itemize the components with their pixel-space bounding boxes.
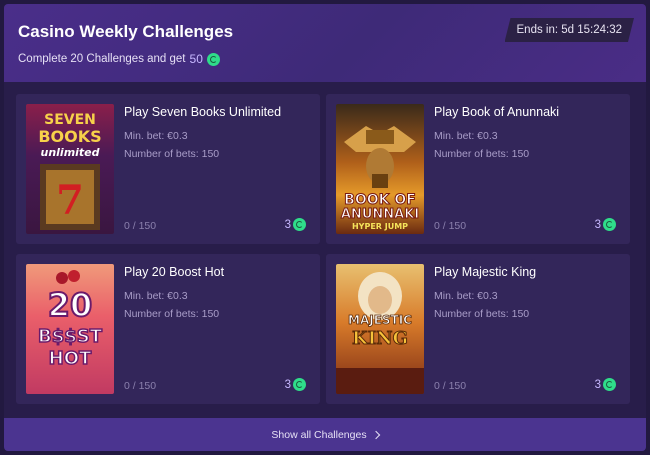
progress-count: 0 / 150 — [434, 220, 467, 232]
progress-count: 0 / 150 — [434, 380, 467, 392]
coin-icon — [603, 218, 616, 231]
game-thumbnail-20-boost-hot[interactable]: 20 B$$ST HOT — [26, 264, 114, 394]
challenge-card[interactable]: BOOK OF ANUNNAKI HYPER JUMP Play Book of… — [326, 94, 630, 244]
coin-icon — [206, 52, 220, 66]
game-thumbnail-book-of-anunnaki[interactable]: BOOK OF ANUNNAKI HYPER JUMP — [336, 104, 424, 234]
seven-books-art: 7 SEVEN BOOKS unlimited — [38, 112, 102, 230]
subtitle-text: Complete 20 Challenges and get — [18, 53, 186, 65]
challenge-subtitle: Complete 20 Challenges and get 50 — [18, 52, 220, 66]
challenge-card[interactable]: 20 B$$ST HOT Play 20 Boost Hot Min. bet:… — [16, 254, 320, 404]
challenge-card[interactable]: 7 SEVEN BOOKS unlimited Play Seven Books… — [16, 94, 320, 244]
coin-icon — [293, 378, 306, 391]
majestic-king-art: MAJESTIC KING — [336, 272, 424, 394]
min-bet: Min. bet: €0.3 — [124, 290, 188, 302]
logo-line: BOOKS — [38, 127, 101, 146]
page-title: Casino Weekly Challenges — [18, 22, 234, 41]
progress-count: 0 / 150 — [124, 380, 157, 392]
logo-line: B$$ST — [38, 326, 103, 347]
challenge-card[interactable]: MAJESTIC KING Play Majestic King Min. be… — [326, 254, 630, 404]
logo-line: 20 — [48, 286, 93, 324]
weekly-challenges-panel: Casino Weekly Challenges Complete 20 Cha… — [4, 4, 646, 451]
reward-amount: 50 — [189, 52, 203, 66]
reward-points: 3 — [595, 378, 616, 391]
number-of-bets: Number of bets: 150 — [124, 308, 220, 320]
logo-line: KING — [352, 328, 408, 349]
challenge-name[interactable]: Play Book of Anunnaki — [434, 105, 559, 119]
timer-badge: Ends in: 5d 15:24:32 — [505, 18, 635, 42]
game-thumbnail-majestic-king[interactable]: MAJESTIC KING — [336, 264, 424, 394]
min-bet: Min. bet: €0.3 — [434, 130, 498, 142]
show-all-label: Show all Challenges — [271, 428, 367, 441]
20-boost-hot-art: 20 B$$ST HOT — [37, 270, 103, 370]
logo-line: unlimited — [40, 146, 99, 159]
book-of-anunnaki-art: BOOK OF ANUNNAKI HYPER JUMP — [340, 126, 420, 231]
reward-points: 3 — [595, 218, 616, 231]
logo-line: ANUNNAKI — [341, 207, 419, 222]
min-bet: Min. bet: €0.3 — [434, 290, 498, 302]
chevron-right-icon — [371, 430, 380, 440]
reward-points: 3 — [285, 218, 306, 231]
coin-icon — [293, 218, 306, 231]
points-value: 3 — [284, 218, 291, 231]
number-of-bets: Number of bets: 150 — [434, 308, 530, 320]
points-value: 3 — [284, 378, 291, 391]
points-value: 3 — [594, 378, 601, 391]
panel-header: Casino Weekly Challenges Complete 20 Cha… — [4, 4, 646, 82]
min-bet: Min. bet: €0.3 — [124, 130, 188, 142]
challenge-name[interactable]: Play Majestic King — [434, 265, 536, 279]
logo-line: MAJESTIC — [348, 313, 412, 327]
logo-line: HOT — [49, 348, 92, 369]
logo-line: SEVEN — [44, 112, 96, 128]
logo-line: HYPER JUMP — [352, 222, 408, 231]
points-value: 3 — [594, 218, 601, 231]
progress-count: 0 / 150 — [124, 220, 157, 232]
number-of-bets: Number of bets: 150 — [434, 148, 530, 160]
number-of-bets: Number of bets: 150 — [124, 148, 220, 160]
game-thumbnail-seven-books[interactable]: 7 SEVEN BOOKS unlimited — [26, 104, 114, 234]
coin-icon — [603, 378, 616, 391]
challenge-name[interactable]: Play Seven Books Unlimited — [124, 105, 281, 119]
reward-points: 3 — [285, 378, 306, 391]
show-all-challenges-button[interactable]: Show all Challenges — [4, 418, 646, 451]
challenge-name[interactable]: Play 20 Boost Hot — [124, 265, 224, 279]
logo-line: BOOK OF — [344, 192, 416, 208]
svg-text:7: 7 — [56, 177, 84, 224]
